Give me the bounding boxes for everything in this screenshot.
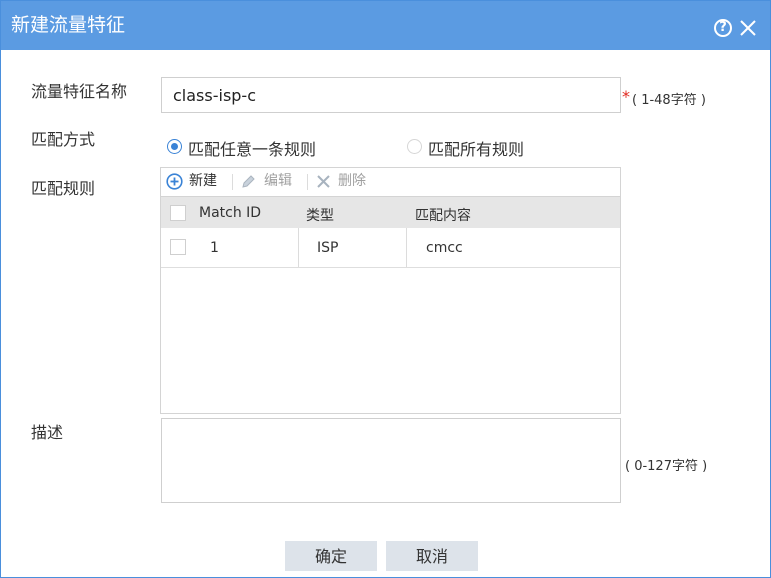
match-all-radio[interactable] <box>407 139 422 154</box>
cancel-button[interactable]: 取消 <box>386 541 478 571</box>
match-rules-label: 匹配规则 <box>31 179 96 198</box>
cell-content: cmcc <box>426 240 463 256</box>
description-textarea[interactable] <box>161 418 621 503</box>
rules-toolbar: 新建 编辑 删除 <box>161 168 620 196</box>
edit-rule-button[interactable]: 编辑 <box>264 173 292 189</box>
edit-icon[interactable] <box>240 173 257 190</box>
cell-type: ISP <box>317 240 339 256</box>
help-icon[interactable]: ? <box>714 19 732 37</box>
select-all-checkbox[interactable] <box>170 205 186 221</box>
cell-match-id: 1 <box>210 240 219 256</box>
match-mode-label: 匹配方式 <box>31 130 96 149</box>
match-any-label[interactable]: 匹配任意一条规则 <box>188 136 316 160</box>
description-hint: ( 0-127字符 ) <box>625 459 708 474</box>
column-header-type[interactable]: 类型 <box>306 205 334 225</box>
column-header-content[interactable]: 匹配内容 <box>415 205 471 225</box>
delete-icon[interactable] <box>316 174 331 189</box>
feature-name-hint: ( 1-48字符 ) <box>632 93 706 108</box>
match-all-label[interactable]: 匹配所有规则 <box>428 136 524 160</box>
dialog-title: 新建流量特征 <box>11 14 126 36</box>
feature-name-label: 流量特征名称 <box>31 82 128 101</box>
match-rules-panel: 新建 编辑 删除 Match ID 类型 匹配内容 1 ISP cmcc <box>160 167 621 414</box>
dialog-titlebar: 新建流量特征 ? <box>1 1 770 50</box>
column-divider <box>298 228 299 267</box>
column-header-match-id[interactable]: Match ID <box>199 205 261 221</box>
match-any-radio[interactable] <box>167 139 182 154</box>
feature-name-input[interactable] <box>161 77 621 113</box>
close-icon[interactable] <box>738 18 758 38</box>
toolbar-divider <box>232 174 233 190</box>
delete-rule-button[interactable]: 删除 <box>338 173 366 189</box>
column-divider <box>406 228 407 267</box>
new-rule-button[interactable]: 新建 <box>189 173 217 189</box>
toolbar-divider <box>307 174 308 190</box>
new-traffic-feature-dialog: 新建流量特征 ? 流量特征名称 * ( 1-48字符 ) 匹配方式 匹配任意一条… <box>0 0 771 578</box>
ok-button[interactable]: 确定 <box>285 541 377 571</box>
table-row[interactable]: 1 ISP cmcc <box>161 228 620 268</box>
required-mark: * <box>622 87 630 106</box>
add-icon[interactable] <box>166 173 183 190</box>
rules-table-header: Match ID 类型 匹配内容 <box>161 196 620 228</box>
description-label: 描述 <box>31 423 64 442</box>
row-checkbox[interactable] <box>170 239 186 255</box>
